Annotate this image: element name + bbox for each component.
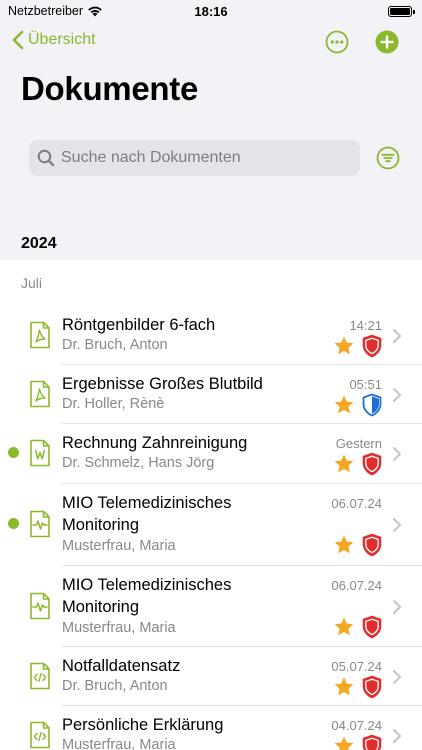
document-title: Röntgenbilder 6-fach bbox=[62, 316, 216, 334]
document-author: Dr. Holler, Rènè bbox=[62, 396, 165, 412]
document-row[interactable]: Notfalldatensatz Dr. Bruch, Anton 05.07.24 bbox=[0, 647, 422, 706]
document-date: 06.07.24 bbox=[331, 496, 382, 511]
document-title: Ergebnisse Großes Blutbild bbox=[62, 375, 263, 393]
monitoring-file-icon bbox=[30, 510, 50, 538]
document-title: Notfalldatensatz bbox=[62, 657, 181, 675]
document-row[interactable]: MIO Telemedizinisches Monitoring Musterfr… bbox=[0, 566, 422, 647]
star-icon[interactable] bbox=[333, 394, 355, 416]
battery-fill bbox=[390, 8, 410, 15]
search-input[interactable] bbox=[61, 149, 341, 167]
search-icon bbox=[37, 149, 55, 167]
shield-icon bbox=[362, 734, 382, 750]
star-icon[interactable] bbox=[333, 453, 355, 475]
document-date: 05:51 bbox=[349, 377, 382, 392]
shield-icon bbox=[362, 615, 382, 639]
chevron-right-icon bbox=[393, 387, 401, 402]
document-date: 05.07.24 bbox=[331, 659, 382, 674]
document-row[interactable]: Persönliche Erklärung Musterfrau, Maria 04… bbox=[0, 706, 422, 750]
document-title: Persönliche Erklärung bbox=[62, 716, 224, 734]
shield-icon bbox=[362, 533, 382, 557]
document-row[interactable]: Röntgenbilder 6-fach Dr. Bruch, Anton 14:2… bbox=[0, 306, 422, 365]
document-row[interactable]: Rechnung Zahnreinigung Dr. Schmelz, Hans … bbox=[0, 424, 422, 484]
year-section-header: 2024 bbox=[21, 235, 57, 252]
status-bar: Netzbetreiber 18:16 bbox=[0, 0, 422, 24]
more-options-button[interactable] bbox=[325, 30, 349, 54]
battery-icon bbox=[388, 6, 415, 17]
document-title: Rechnung Zahnreinigung bbox=[62, 434, 248, 452]
document-date: Gestern bbox=[335, 436, 382, 451]
document-date: 14:21 bbox=[349, 318, 382, 333]
document-date: 06.07.24 bbox=[331, 578, 382, 593]
shield-icon bbox=[362, 675, 382, 699]
back-button[interactable]: Übersicht bbox=[12, 30, 96, 50]
star-icon[interactable] bbox=[333, 676, 355, 698]
monitoring-file-icon bbox=[30, 592, 50, 620]
star-icon[interactable] bbox=[333, 735, 355, 750]
pdf-file-icon bbox=[30, 380, 50, 408]
chevron-right-icon bbox=[393, 728, 401, 743]
document-title: MIO Telemedizinisches Monitoring bbox=[62, 494, 232, 534]
star-icon[interactable] bbox=[333, 616, 355, 638]
document-list: Juli Röntgenbilder 6-fach Dr. Bruch, Anto… bbox=[0, 260, 422, 750]
chevron-right-icon bbox=[393, 447, 401, 461]
star-icon[interactable] bbox=[333, 335, 355, 357]
unread-indicator bbox=[8, 518, 19, 529]
document-author: Musterfrau, Maria bbox=[62, 737, 176, 750]
status-time: 18:16 bbox=[194, 4, 228, 19]
page-title: Dokumente bbox=[21, 70, 198, 107]
search-bar[interactable] bbox=[29, 140, 360, 176]
star-icon[interactable] bbox=[333, 534, 355, 556]
chevron-left-icon bbox=[12, 30, 24, 50]
shield-icon bbox=[362, 452, 382, 476]
code-file-icon bbox=[30, 721, 50, 749]
document-title: MIO Telemedizinisches Monitoring bbox=[62, 576, 232, 616]
document-row[interactable]: Ergebnisse Großes Blutbild Dr. Holler, Rè… bbox=[0, 365, 422, 424]
shield-icon bbox=[362, 393, 382, 417]
add-document-button[interactable] bbox=[375, 30, 399, 54]
code-file-icon bbox=[30, 662, 50, 690]
chevron-right-icon bbox=[393, 328, 401, 343]
navigation-bar: Übersicht bbox=[0, 28, 422, 60]
document-author: Musterfrau, Maria bbox=[62, 620, 176, 636]
document-row[interactable]: MIO Telemedizinisches Monitoring Musterfr… bbox=[0, 484, 422, 566]
chevron-right-icon bbox=[393, 669, 401, 684]
unread-indicator bbox=[8, 447, 19, 458]
back-label: Übersicht bbox=[28, 31, 96, 48]
pdf-file-icon bbox=[30, 321, 50, 349]
document-date: 04.07.24 bbox=[331, 718, 382, 733]
document-author: Musterfrau, Maria bbox=[62, 538, 176, 554]
shield-icon bbox=[362, 334, 382, 358]
document-author: Dr. Bruch, Anton bbox=[62, 678, 168, 694]
month-section-header: Juli bbox=[21, 275, 43, 291]
filter-button[interactable] bbox=[376, 146, 400, 170]
document-author: Dr. Bruch, Anton bbox=[62, 337, 168, 353]
word-file-icon bbox=[30, 439, 50, 467]
chevron-right-icon bbox=[393, 518, 401, 532]
chevron-right-icon bbox=[393, 599, 401, 614]
document-author: Dr. Schmelz, Hans Jörg bbox=[62, 455, 215, 471]
